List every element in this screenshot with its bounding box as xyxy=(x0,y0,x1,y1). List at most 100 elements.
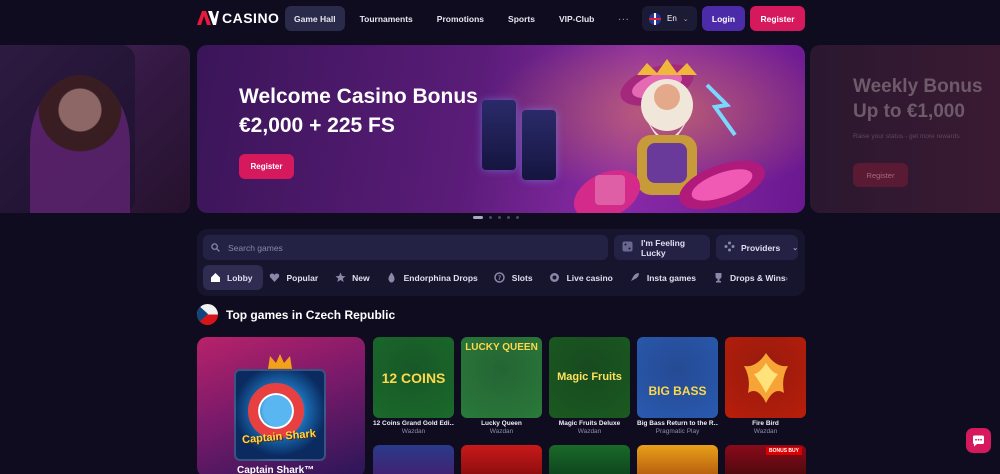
nav-more-icon[interactable]: ··· xyxy=(609,6,639,31)
game-card[interactable] xyxy=(637,445,718,474)
tab-insta-games[interactable]: Insta games xyxy=(623,265,706,290)
czech-flag-icon xyxy=(197,304,218,325)
tab-lobby[interactable]: Lobby xyxy=(203,265,263,290)
game-card[interactable] xyxy=(373,445,454,474)
tab-new-label: New xyxy=(352,272,370,283)
tab-endorphina-drops[interactable]: Endorphina Drops xyxy=(380,265,488,290)
carousel-dots xyxy=(473,216,519,219)
game-card[interactable]: LUCKY QUEEN Lucky Queen Wazdan xyxy=(461,337,542,438)
section-title: Top games in Czech Republic xyxy=(226,307,396,322)
tab-live-casino-label: Live casino xyxy=(566,272,613,283)
game-art-text: 12 COINS xyxy=(381,369,446,386)
search-icon xyxy=(211,239,220,257)
carousel-dot[interactable] xyxy=(507,216,510,219)
banner-title-line2: €2,000 + 225 FS xyxy=(239,114,395,138)
game-provider: Pragmatic Play xyxy=(655,428,700,435)
tab-live-casino[interactable]: Live casino xyxy=(543,265,623,290)
game-card[interactable]: Fire Bird Wazdan xyxy=(725,337,806,438)
star-icon xyxy=(334,272,346,284)
providers-icon xyxy=(724,241,735,254)
game-card[interactable] xyxy=(549,445,630,474)
game-provider: Wazdan xyxy=(401,428,426,435)
live-icon xyxy=(549,272,561,284)
game-provider: Wazdan xyxy=(577,428,602,435)
chevron-down-icon: ⌄ xyxy=(682,15,689,23)
nav-promotions[interactable]: Promotions xyxy=(428,6,493,31)
nav-tournaments[interactable]: Tournaments xyxy=(351,6,422,31)
game-card[interactable]: Magic Fruits Magic Fruits Deluxe Wazdan xyxy=(549,337,630,438)
main-nav: Game Hall Tournaments Promotions Sports … xyxy=(285,6,639,31)
banner-register-button[interactable]: Register xyxy=(239,154,294,179)
top-header: CASINO Game Hall Tournaments Promotions … xyxy=(0,0,1000,36)
welcome-bonus-banner: Welcome Casino Bonus €2,000 + 225 FS Reg… xyxy=(197,45,805,213)
tab-drops-wins[interactable]: Drops & Wins xyxy=(706,265,796,290)
search-input[interactable] xyxy=(228,242,588,253)
game-thumbnail xyxy=(725,337,806,418)
game-thumbnail: BIG BASS xyxy=(637,337,718,418)
next-banner[interactable]: Weekly Bonus Up to €1,000 Raise your sta… xyxy=(810,45,1000,213)
heart-icon xyxy=(269,272,281,284)
game-name: Lucky Queen xyxy=(481,420,522,427)
game-name: Magic Fruits Deluxe xyxy=(558,420,621,427)
login-button[interactable]: Login xyxy=(702,6,745,31)
nav-vip-club[interactable]: VIP-Club xyxy=(550,6,603,31)
dice-icon xyxy=(622,241,633,254)
carousel-dot[interactable] xyxy=(498,216,501,219)
category-tabs: Lobby Popular New Endorphina Drops 7 Slo… xyxy=(203,265,796,290)
tab-drops-wins-label: Drops & Wins xyxy=(730,272,786,283)
featured-game-card[interactable]: Captain Shark Captain Shark™ xyxy=(197,337,365,474)
game-art-text: Magic Fruits xyxy=(557,371,622,383)
game-art-text: LUCKY QUEEN xyxy=(465,342,538,353)
next-banner-register-button[interactable]: Register xyxy=(853,163,908,187)
captain-shark-art: Captain Shark xyxy=(234,369,326,461)
tab-popular[interactable]: Popular xyxy=(263,265,329,290)
casino-logo[interactable]: CASINO xyxy=(197,10,279,26)
next-banner-title: Weekly Bonus Up to €1,000 xyxy=(853,75,983,124)
next-banner-title-line2: Up to €1,000 xyxy=(853,100,965,122)
game-provider: Wazdan xyxy=(489,428,514,435)
bonus-buy-badge: BONUS BUY xyxy=(765,447,802,455)
tab-slots[interactable]: 7 Slots xyxy=(488,265,543,290)
logo-text: CASINO xyxy=(222,10,280,26)
register-button[interactable]: Register xyxy=(750,6,805,31)
game-card[interactable]: 12 COINS 12 Coins Grand Gold Edi... Wazd… xyxy=(373,337,454,438)
game-filter-panel: I'm Feeling Lucky Providers ⌄ Lobby Popu… xyxy=(197,229,805,296)
game-name: Big Bass Return to the R... xyxy=(637,420,718,427)
slots-icon: 7 xyxy=(494,272,506,284)
game-card[interactable]: BONUS BUY xyxy=(725,445,806,474)
tab-new[interactable]: New xyxy=(328,265,379,290)
tab-lobby-label: Lobby xyxy=(227,272,253,283)
game-card[interactable] xyxy=(461,445,542,474)
search-box[interactable] xyxy=(203,235,608,260)
chevron-right-icon[interactable]: › xyxy=(785,273,788,283)
carousel-dot[interactable] xyxy=(516,216,519,219)
game-provider: Wazdan xyxy=(753,428,778,435)
tab-endorphina-drops-label: Endorphina Drops xyxy=(403,272,478,283)
feeling-lucky-button[interactable]: I'm Feeling Lucky xyxy=(614,235,710,260)
firebird-image xyxy=(743,352,788,403)
top-games-header: Top games in Czech Republic xyxy=(197,304,395,325)
featured-art-title: Captain Shark xyxy=(241,427,317,447)
banner-title: Welcome Casino Bonus €2,000 + 225 FS xyxy=(239,82,539,141)
promo-image xyxy=(30,75,130,213)
banner-title-line1: Welcome Casino Bonus xyxy=(239,85,478,108)
language-selector[interactable]: En ⌄ xyxy=(642,6,697,31)
nav-game-hall[interactable]: Game Hall xyxy=(285,6,345,31)
tab-insta-games-label: Insta games xyxy=(646,272,697,283)
previous-banner[interactable] xyxy=(0,45,190,213)
next-banner-subtitle: Raise your status - get more rewards xyxy=(853,133,960,140)
carousel-dot[interactable] xyxy=(489,216,492,219)
providers-dropdown[interactable]: Providers ⌄ xyxy=(716,235,798,260)
game-name: 12 Coins Grand Gold Edi... xyxy=(373,420,454,427)
chat-button[interactable] xyxy=(966,428,991,453)
nav-sports[interactable]: Sports xyxy=(499,6,544,31)
game-thumbnail: Magic Fruits xyxy=(549,337,630,418)
game-name: Fire Bird xyxy=(752,420,779,427)
carousel-dot[interactable] xyxy=(473,216,483,219)
tab-popular-label: Popular xyxy=(286,272,319,283)
game-card[interactable]: BIG BASS Big Bass Return to the R... Pra… xyxy=(637,337,718,438)
game-art-text: BIG BASS xyxy=(648,384,707,398)
providers-label: Providers xyxy=(741,242,781,253)
chevron-down-icon: ⌄ xyxy=(792,244,799,252)
rocket-icon xyxy=(629,272,641,284)
